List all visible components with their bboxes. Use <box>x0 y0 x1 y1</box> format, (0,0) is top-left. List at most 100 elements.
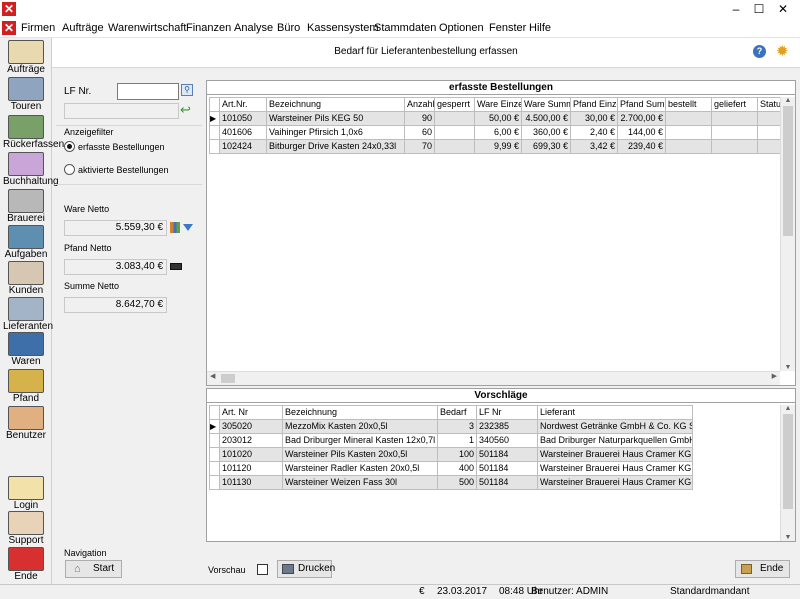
drucken-button[interactable]: Drucken <box>277 560 335 578</box>
help-icon[interactable]: ? <box>753 45 766 58</box>
menu-firmen[interactable]: Firmen <box>21 22 55 34</box>
menu-hilfe[interactable]: Hilfe <box>529 22 551 34</box>
sidebar-item-kunden[interactable]: Kunden <box>3 261 49 296</box>
lf-nr-input[interactable] <box>117 83 179 100</box>
cell[interactable]: 90 <box>404 111 435 126</box>
cell[interactable]: 305020 <box>219 419 283 434</box>
sidebar-item-rueckerfassen[interactable]: Rückerfassen <box>3 115 64 150</box>
col-lf-nr[interactable]: LF Nr <box>476 405 538 420</box>
cell[interactable]: 239,40 € <box>617 139 666 154</box>
sidebar-item-brauerei[interactable]: Brauerei <box>3 189 49 224</box>
cell[interactable]: 360,00 € <box>521 125 571 140</box>
table-row[interactable]: 101020 Warsteiner Pils Kasten 20x0,5l 10… <box>209 447 693 462</box>
cell[interactable]: 60 <box>404 125 435 140</box>
cell[interactable]: 100 <box>437 447 477 462</box>
sidebar-item-pfand[interactable]: Pfand <box>3 369 49 404</box>
cell[interactable]: 50,00 € <box>474 111 522 126</box>
cell[interactable]: Warsteiner Radler Kasten 20x0,5l <box>282 461 438 476</box>
table-row[interactable]: 203012 Bad Driburger Mineral Kasten 12x0… <box>209 433 693 448</box>
refresh-icon[interactable]: ↩ <box>180 102 191 118</box>
triangle-down-icon[interactable] <box>183 224 193 231</box>
cell[interactable]: Bitburger Drive Kasten 24x0,33l <box>266 139 405 154</box>
cell[interactable]: 101020 <box>219 447 283 462</box>
menu-auftraege[interactable]: Aufträge <box>62 22 104 34</box>
cell[interactable] <box>711 111 758 126</box>
cell[interactable] <box>434 111 475 126</box>
cell[interactable]: Warsteiner Brauerei Haus Cramer KG <box>537 447 693 462</box>
cell[interactable] <box>665 111 712 126</box>
cell[interactable]: 102424 <box>219 139 267 154</box>
start-button[interactable]: ⌂ Start <box>65 560 122 578</box>
cell[interactable]: 101120 <box>219 461 283 476</box>
maximize-button[interactable]: ☐ <box>749 2 769 16</box>
table-row[interactable]: 401606 Vaihinger Pfirsich 1,0x6 60 6,00 … <box>209 125 785 140</box>
cell[interactable]: 30,00 € <box>570 111 618 126</box>
table-row[interactable]: ▶ 101050 Warsteiner Pils KEG 50 90 50,00… <box>209 111 785 126</box>
cell[interactable]: 101050 <box>219 111 267 126</box>
menu-warenwirtschaft[interactable]: Warenwirtschaft <box>108 22 186 34</box>
col-pfand-einzel[interactable]: Pfand Einzel <box>570 97 618 112</box>
cell[interactable]: 400 <box>437 461 477 476</box>
col-art-nr[interactable]: Art. Nr <box>219 405 283 420</box>
sidebar-item-aufgaben[interactable]: Aufgaben <box>3 225 49 260</box>
crate-icon[interactable] <box>170 263 182 270</box>
cell[interactable]: 9,99 € <box>474 139 522 154</box>
col-lieferant[interactable]: Lieferant <box>537 405 693 420</box>
cell[interactable]: Warsteiner Weizen Fass 30l <box>282 475 438 490</box>
cell[interactable]: 340560 <box>476 433 538 448</box>
sidebar-item-benutzer[interactable]: Benutzer <box>3 406 49 441</box>
cell[interactable]: Warsteiner Pils KEG 50 <box>266 111 405 126</box>
cell[interactable]: Bad Driburger Naturparkquellen GmbH & Co <box>537 433 693 448</box>
table-row[interactable]: 101120 Warsteiner Radler Kasten 20x0,5l … <box>209 461 693 476</box>
sidebar-item-ende[interactable]: Ende <box>3 547 49 582</box>
cell[interactable]: 3 <box>437 419 477 434</box>
menu-buero[interactable]: Büro <box>277 22 300 34</box>
cell[interactable] <box>711 125 758 140</box>
menu-finanzen[interactable]: Finanzen <box>186 22 231 34</box>
sidebar-item-auftraege[interactable]: Aufträge <box>3 40 49 75</box>
cell[interactable]: 501184 <box>476 461 538 476</box>
cell[interactable]: 203012 <box>219 433 283 448</box>
radio-erfasste[interactable] <box>64 141 75 152</box>
suggestions-vertical-scrollbar[interactable]: ▲ ▼ <box>780 405 795 541</box>
cell[interactable]: 401606 <box>219 125 267 140</box>
cell[interactable]: 699,30 € <box>521 139 571 154</box>
cell[interactable] <box>665 125 712 140</box>
col-geliefert[interactable]: geliefert <box>711 97 758 112</box>
cell[interactable] <box>434 139 475 154</box>
col-gesperrt[interactable]: gesperrt <box>434 97 475 112</box>
menu-analyse[interactable]: Analyse <box>234 22 273 34</box>
cell[interactable]: Warsteiner Brauerei Haus Cramer KG <box>537 461 693 476</box>
table-row[interactable]: 102424 Bitburger Drive Kasten 24x0,33l 7… <box>209 139 785 154</box>
search-icon[interactable]: ⚲ <box>181 84 193 96</box>
cell[interactable]: 2.700,00 € <box>617 111 666 126</box>
col-bezeichnung[interactable]: Bezeichnung <box>282 405 438 420</box>
cell[interactable]: 1 <box>437 433 477 448</box>
cell[interactable]: Bad Driburger Mineral Kasten 12x0,7l <box>282 433 438 448</box>
sidebar-item-touren[interactable]: Touren <box>3 77 49 112</box>
cell[interactable]: Warsteiner Brauerei Haus Cramer KG <box>537 475 693 490</box>
sidebar-item-buchhaltung[interactable]: Buchhaltung <box>3 152 59 187</box>
chart-icon[interactable] <box>170 222 180 233</box>
cell[interactable]: 6,00 € <box>474 125 522 140</box>
ende-button[interactable]: Ende <box>735 560 790 578</box>
col-pfand-summe[interactable]: Pfand Summe <box>617 97 666 112</box>
cell[interactable] <box>711 139 758 154</box>
cell[interactable]: 144,00 € <box>617 125 666 140</box>
radio-aktivierte[interactable] <box>64 164 75 175</box>
cell[interactable]: 4.500,00 € <box>521 111 571 126</box>
col-ware-einzel[interactable]: Ware Einzel <box>474 97 522 112</box>
cell[interactable]: 232385 <box>476 419 538 434</box>
close-window-button[interactable]: ✕ <box>773 2 793 16</box>
cell[interactable]: 3,42 € <box>570 139 618 154</box>
vorschau-checkbox[interactable] <box>257 564 268 575</box>
table-row[interactable]: 101130 Warsteiner Weizen Fass 30l 500 50… <box>209 475 693 490</box>
cell[interactable]: 501184 <box>476 475 538 490</box>
col-ware-summe[interactable]: Ware Summe <box>521 97 571 112</box>
sidebar-item-support[interactable]: Support <box>3 511 49 546</box>
col-artnr[interactable]: Art.Nr. <box>219 97 267 112</box>
col-bezeichnung[interactable]: Bezeichnung <box>266 97 405 112</box>
orders-vertical-scrollbar[interactable]: ▲ ▼ <box>780 97 795 371</box>
sidebar-item-login[interactable]: Login <box>3 476 49 511</box>
cell[interactable]: 501184 <box>476 447 538 462</box>
